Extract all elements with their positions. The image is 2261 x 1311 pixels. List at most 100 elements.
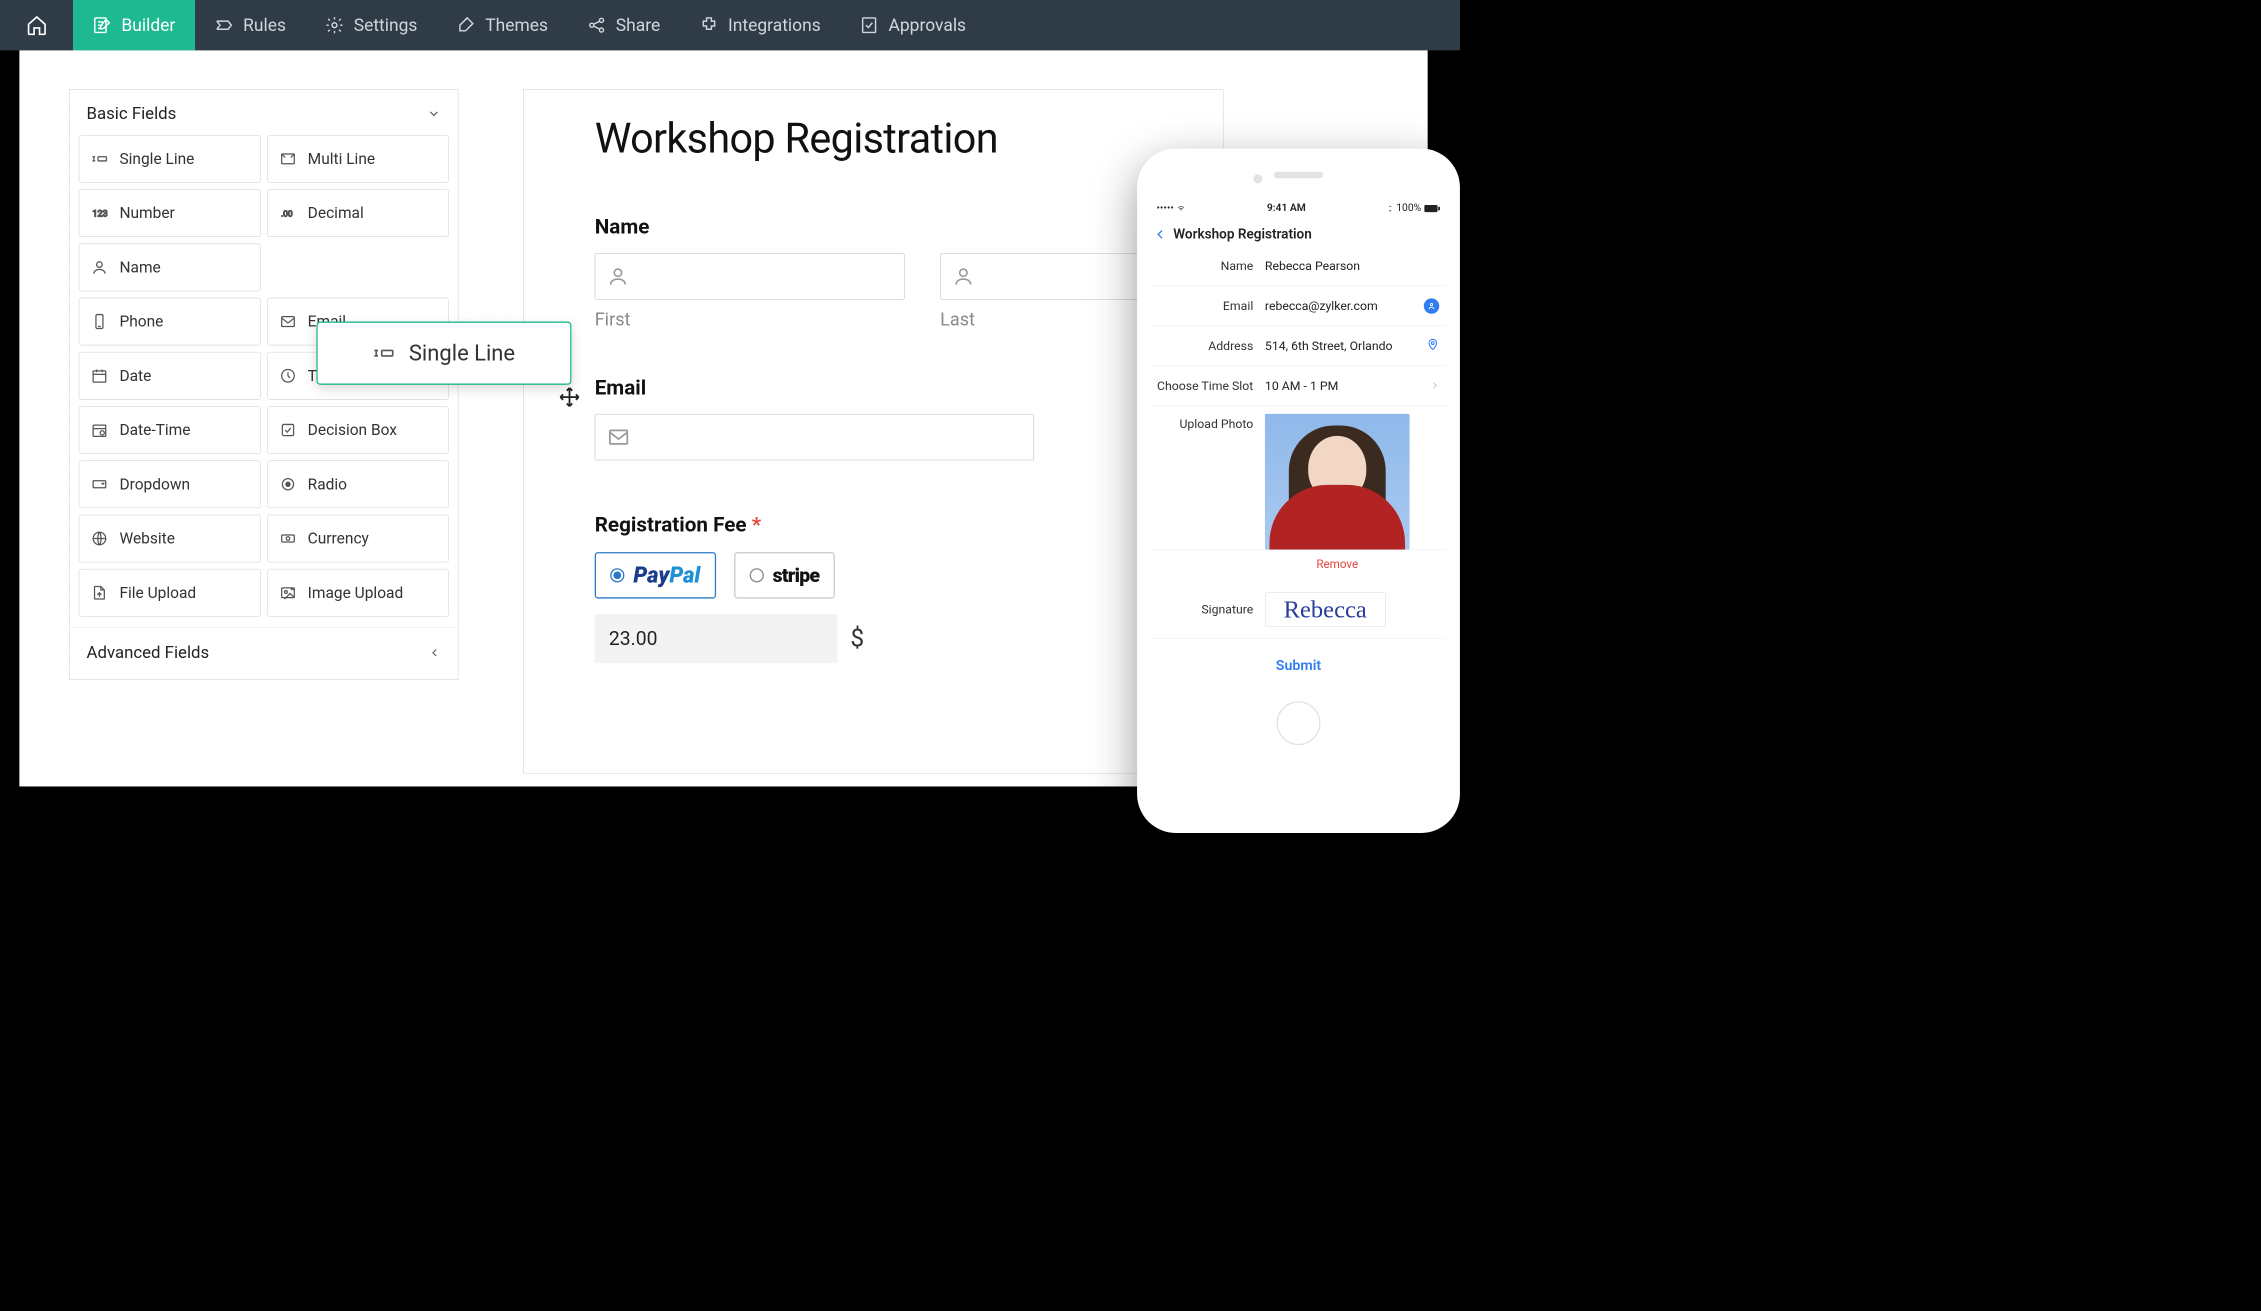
integrations-icon [699,15,718,34]
builder-icon [92,15,111,34]
gear-icon [325,15,344,34]
radio-selected-icon [610,568,624,582]
field-label: Single Line [119,150,194,168]
file-icon [91,584,108,601]
paypal-logo: PayPal [633,562,700,588]
field-label: Date-Time [119,421,190,439]
field-label: Image Upload [308,584,404,602]
field-name[interactable]: Name [79,243,261,291]
share-icon [587,15,606,34]
stripe-option[interactable]: stripe [734,552,835,598]
web-icon [91,530,108,547]
nav-integrations[interactable]: Integrations [680,0,840,50]
phone-home-button[interactable] [1277,701,1321,745]
single-line-icon [373,342,395,364]
form-canvas: Workshop Registration Name First Last Em… [523,89,1224,773]
dollar-icon: $ [850,624,864,652]
home-button[interactable] [0,0,73,50]
field-phone[interactable]: Phone [79,298,261,346]
section-title: Basic Fields [87,104,177,123]
paypal-option[interactable]: PayPal [595,552,716,598]
field-label: File Upload [119,584,196,602]
field-file-upload[interactable]: File Upload [79,569,261,617]
person-icon [952,265,974,287]
section-title: Advanced Fields [87,643,210,662]
signature-preview[interactable]: Rebecca [1265,592,1386,627]
radio-icon [279,476,296,493]
email-input[interactable] [595,414,1034,460]
phone-icon [91,313,108,330]
dt-icon [91,422,108,439]
email-icon [279,313,296,330]
field-decimal[interactable]: .00Decimal [267,189,449,237]
field-single-line[interactable]: Single Line [79,135,261,183]
battery: 100% [1387,201,1440,213]
phone-title: Workshop Registration [1173,227,1312,242]
person-icon [607,265,629,287]
move-cursor-icon [559,386,581,408]
num-icon: 123 [91,205,108,222]
chevron-down-icon [427,107,441,121]
field-label: Decision Box [308,421,397,439]
field-website[interactable]: Website [79,515,261,563]
back-icon [1154,228,1167,241]
nav-settings[interactable]: Settings [305,0,436,50]
rules-icon [214,15,233,34]
date-icon [91,367,108,384]
nav-builder[interactable]: Builder [73,0,195,50]
field-label: Name [119,258,160,276]
home-icon [26,14,48,36]
phone-row-slot[interactable]: Choose Time Slot 10 AM - 1 PM [1151,366,1445,406]
dd-icon [91,476,108,493]
name-icon [91,259,108,276]
stripe-logo: stripe [773,564,820,587]
img-icon [279,584,296,601]
name-label: Name [595,214,1152,239]
carrier: ••••• [1156,201,1185,213]
nav-label: Settings [354,15,418,36]
remove-photo-link[interactable]: Remove [1265,558,1410,572]
nav-label: Share [616,15,660,36]
phone-header[interactable]: Workshop Registration [1151,223,1445,246]
time-icon [279,367,296,384]
field-image-upload[interactable]: Image Upload [267,569,449,617]
field-radio[interactable]: Radio [267,460,449,508]
email-icon [607,426,630,449]
chevron-left-icon [428,646,441,659]
nav-approvals[interactable]: Approvals [840,0,985,50]
nav-share[interactable]: Share [567,0,679,50]
field-dropdown[interactable]: Dropdown [79,460,261,508]
field-multi-line[interactable]: Multi Line [267,135,449,183]
cur-icon [279,530,296,547]
phone-row-photo: Upload Photo [1151,406,1445,550]
phone-status-bar: ••••• 9:41 AM 100% [1151,201,1445,213]
form-title: Workshop Registration [595,114,1152,162]
field-date-time[interactable]: Date-Time [79,406,261,454]
field-currency[interactable]: Currency [267,515,449,563]
nav-rules[interactable]: Rules [195,0,306,50]
first-name-input[interactable] [595,253,905,299]
nav-label: Integrations [728,15,821,36]
fee-amount-input[interactable] [595,614,838,663]
nav-themes[interactable]: Themes [437,0,568,50]
field-label: Phone [119,313,163,331]
advanced-fields-header[interactable]: Advanced Fields [70,627,458,679]
nav-label: Rules [243,15,286,36]
field-date[interactable]: Date [79,352,261,400]
approvals-icon [859,15,878,34]
field-number[interactable]: 123 Number [79,189,261,237]
location-icon [1426,338,1439,354]
field-label: Number [119,204,174,222]
basic-fields-header[interactable]: Basic Fields [70,90,458,135]
field-label: Date [119,367,151,385]
submit-button[interactable]: Submit [1151,658,1445,674]
single-icon [91,150,108,167]
multi-icon [279,150,296,167]
dragging-field[interactable]: Single Line [316,322,571,385]
themes-icon [456,15,475,34]
email-label: Email [595,375,1152,400]
field-decision-box[interactable]: Decision Box [267,406,449,454]
field-label: Decimal [308,204,364,222]
nav-label: Approvals [889,15,967,36]
nav-label: Themes [485,15,548,36]
